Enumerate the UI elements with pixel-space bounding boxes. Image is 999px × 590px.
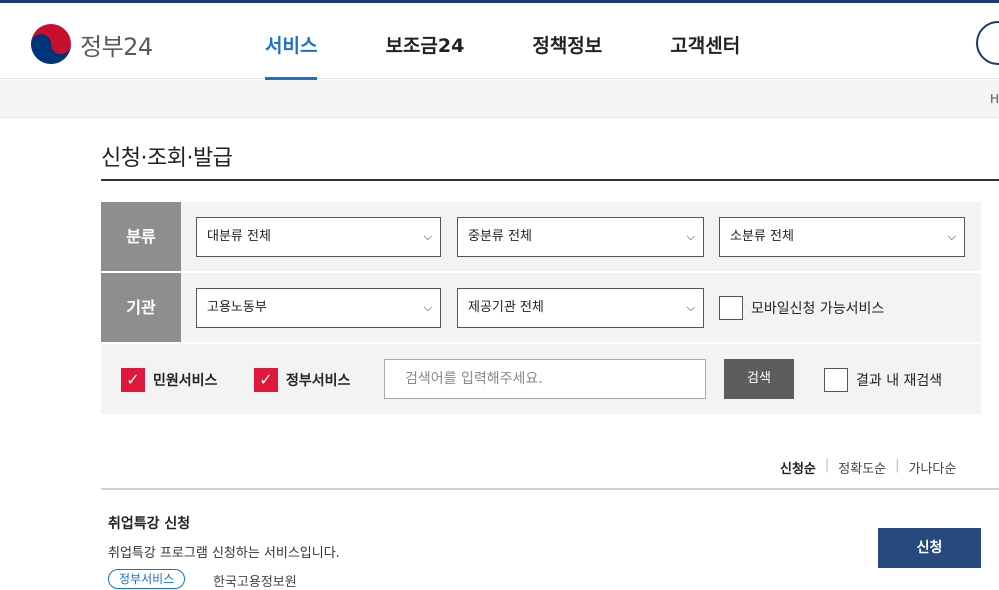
provider-agency-value: 제공기관 전체 [468, 300, 544, 315]
location-bar: H [0, 80, 999, 118]
checkbox-box[interactable] [824, 368, 848, 392]
result-description: 취업특강 프로그램 신청하는 서비스입니다. [108, 546, 340, 561]
sort-by-accuracy[interactable]: 정확도순 [838, 458, 886, 477]
row-divider [101, 271, 981, 273]
chevron-down-icon: ⌵ [423, 230, 432, 243]
logo[interactable]: 정부24 [30, 23, 153, 65]
research-within-label: 결과 내 재검색 [856, 373, 943, 389]
main-nav: 서비스 보조금24 정책정보 고객센터 [240, 3, 808, 81]
result-title[interactable]: 취업특강 신청 [108, 513, 190, 533]
search-filter-panel: 분류 기관 대분류 전체 ⌵ 중분류 전체 ⌵ 소분류 전체 ⌵ 고용노동부 ⌵… [101, 202, 981, 414]
nav-services[interactable]: 서비스 [265, 3, 318, 81]
agency-row-label: 기관 [101, 273, 181, 342]
checkbox-box[interactable] [719, 296, 743, 320]
search-input[interactable]: 검색어를 입력해주세요. [384, 359, 706, 399]
mobile-service-checkbox[interactable]: 모바일신청 가능서비스 [719, 296, 884, 320]
site-header: 정부24 서비스 보조금24 정책정보 고객센터 [0, 3, 999, 81]
logo-text: 정부24 [80, 32, 153, 61]
check-icon[interactable]: ✓ [121, 368, 145, 392]
category-row-label: 분류 [101, 202, 181, 271]
result-organization: 한국고용정보원 [213, 575, 297, 590]
search-circle-button[interactable] [976, 21, 999, 65]
middle-category-value: 중분류 전체 [468, 229, 532, 244]
nav-policy-info[interactable]: 정책정보 [532, 3, 602, 79]
provider-agency-select[interactable]: 제공기관 전체 ⌵ [457, 288, 704, 328]
result-tag-badge: 정부서비스 [108, 569, 186, 589]
sort-options: 신청순 | 정확도순 | 가나다순 [780, 458, 956, 477]
page-title: 신청·조회·발급 [101, 146, 233, 171]
minor-category-select[interactable]: 소분류 전체 ⌵ [719, 217, 965, 257]
major-category-select[interactable]: 대분류 전체 ⌵ [196, 217, 441, 257]
civil-service-checkbox[interactable]: ✓ 민원서비스 [121, 368, 217, 392]
title-divider [101, 179, 999, 181]
sort-by-alphabetical[interactable]: 가나다순 [909, 458, 957, 477]
chevron-down-icon: ⌵ [423, 301, 432, 314]
agency-select[interactable]: 고용노동부 ⌵ [196, 288, 441, 328]
agency-value: 고용노동부 [207, 300, 267, 315]
sort-by-applications[interactable]: 신청순 [780, 458, 816, 477]
major-category-value: 대분류 전체 [207, 229, 271, 244]
search-button[interactable]: 검색 [724, 359, 794, 399]
gov-service-label: 정부서비스 [286, 373, 351, 389]
nav-subsidy24[interactable]: 보조금24 [385, 3, 464, 79]
minor-category-value: 소분류 전체 [730, 229, 794, 244]
gov-service-checkbox[interactable]: ✓ 정부서비스 [254, 368, 350, 392]
check-icon[interactable]: ✓ [254, 368, 278, 392]
chevron-down-icon: ⌵ [686, 230, 695, 243]
home-link[interactable]: H [990, 92, 999, 106]
mobile-service-label: 모바일신청 가능서비스 [751, 301, 885, 317]
apply-button[interactable]: 신청 [878, 528, 981, 568]
row-divider [101, 342, 981, 344]
research-within-checkbox[interactable]: 결과 내 재검색 [824, 368, 942, 392]
results-divider [101, 488, 999, 490]
sort-separator: | [824, 458, 830, 473]
middle-category-select[interactable]: 중분류 전체 ⌵ [457, 217, 704, 257]
chevron-down-icon: ⌵ [947, 230, 956, 243]
nav-customer-center[interactable]: 고객센터 [670, 3, 740, 79]
taegeuk-logo-icon [31, 24, 71, 64]
civil-service-label: 민원서비스 [153, 373, 218, 389]
sort-separator: | [895, 458, 900, 473]
chevron-down-icon: ⌵ [686, 301, 695, 314]
